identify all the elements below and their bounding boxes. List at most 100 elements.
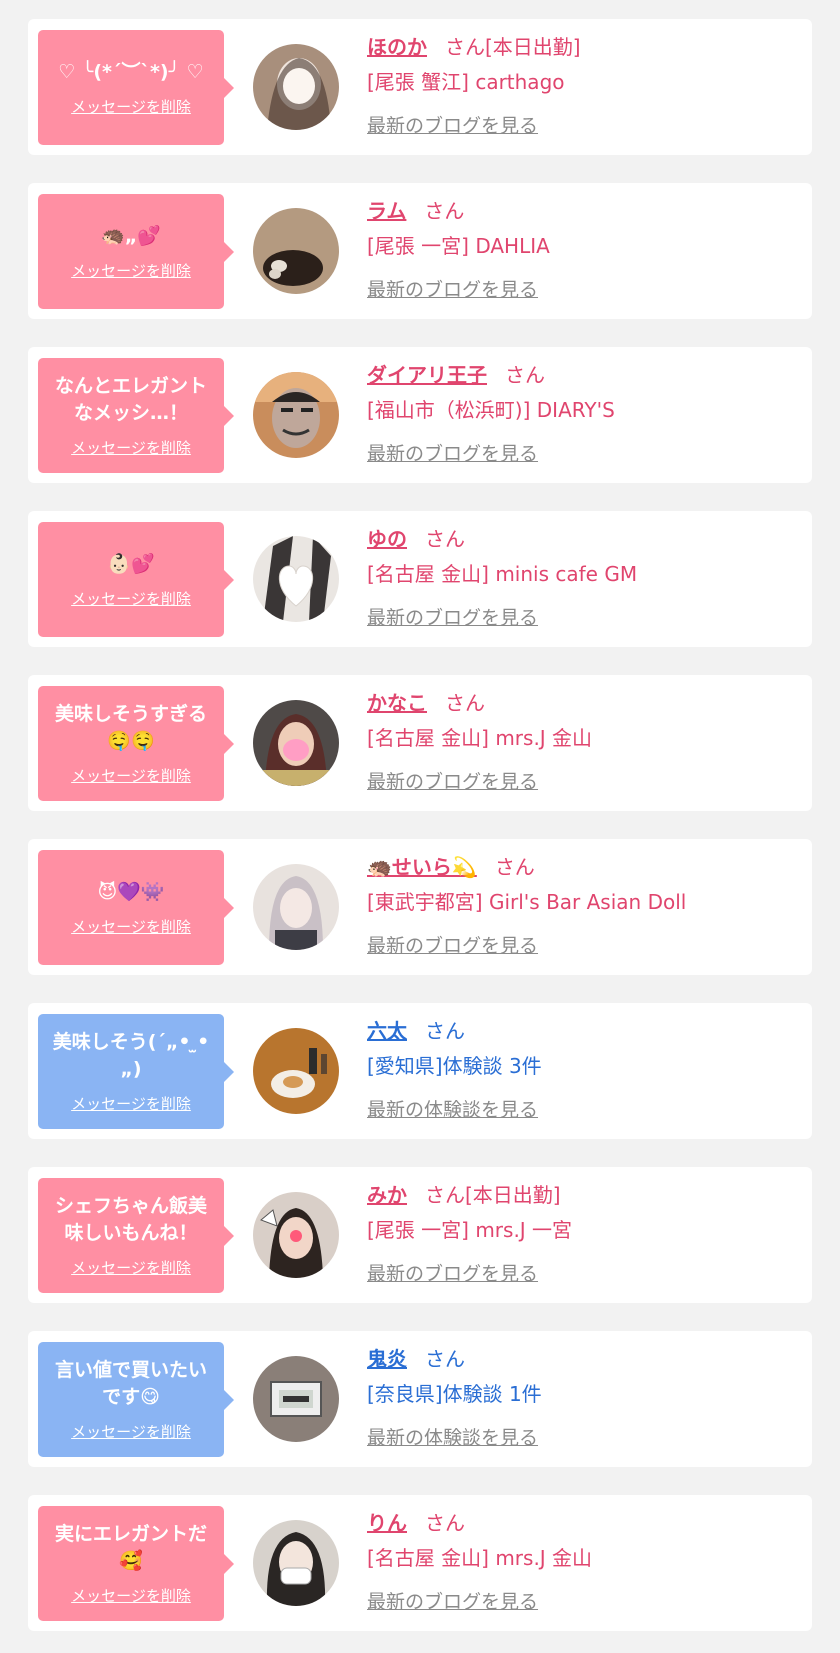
delete-message-link[interactable]: メッセージを削除 xyxy=(71,588,191,609)
sender-name-link[interactable]: ゆの xyxy=(367,527,407,551)
sender-info: 鬼炎 さん [奈良県]体験談 1件 最新の体験談を見る xyxy=(367,1341,802,1450)
delete-message-link[interactable]: メッセージを削除 xyxy=(71,1257,191,1278)
shop-info: [名古屋 金山] mrs.J 金山 xyxy=(367,1546,593,1570)
avatar[interactable] xyxy=(253,1520,339,1606)
message-text: 実にエレガントだ🥰 xyxy=(54,1523,207,1572)
shop-info: [愛知県]体験談 3件 xyxy=(367,1054,542,1078)
message-bubble: 😈💜👾 メッセージを削除 xyxy=(38,850,234,965)
message-card: 👶🏻💕 メッセージを削除 ゆの さん [名古屋 金山] minis cafe GM… xyxy=(28,511,812,647)
delete-message-link[interactable]: メッセージを削除 xyxy=(71,1421,191,1442)
avatar[interactable] xyxy=(253,208,339,294)
sender-info: 🦔せいら💫 さん [東武宇都宮] Girl's Bar Asian Doll 最新… xyxy=(367,849,802,958)
latest-post-link[interactable]: 最新のブログを見る xyxy=(367,111,802,138)
sender-info: みか さん[本日出勤] [尾張 一宮] mrs.J 一宮 最新のブログを見る xyxy=(367,1177,802,1286)
message-bubble: 実にエレガントだ🥰 メッセージを削除 xyxy=(38,1506,234,1621)
honorific: さん xyxy=(425,1019,465,1043)
message-card: シェフちゃん飯美味しいもんね！ メッセージを削除 みか さん[本日出勤] [尾張 … xyxy=(28,1167,812,1303)
message-bubble: シェフちゃん飯美味しいもんね！ メッセージを削除 xyxy=(38,1178,234,1293)
sender-name-link[interactable]: みか xyxy=(367,1183,407,1207)
sender-info: ダイアリ王子 さん [福山市（松浜町)] DIARY'S 最新のブログを見る xyxy=(367,357,802,466)
message-text: 👶🏻💕 xyxy=(107,552,155,575)
sender-name-link[interactable]: 🦔せいら💫 xyxy=(367,855,477,879)
avatar[interactable] xyxy=(253,1192,339,1278)
honorific: さん xyxy=(424,199,465,223)
delete-message-link[interactable]: メッセージを削除 xyxy=(71,96,191,117)
latest-post-link[interactable]: 最新のブログを見る xyxy=(367,1587,802,1614)
message-text: 😈💜👾 xyxy=(97,880,165,903)
sender-name-link[interactable]: 鬼炎 xyxy=(367,1347,407,1371)
latest-post-link[interactable]: 最新の体験談を見る xyxy=(367,1423,802,1450)
message-bubble: 言い値で買いたいです😋 メッセージを削除 xyxy=(38,1342,234,1457)
shop-info: [尾張 蟹江] carthago xyxy=(367,70,565,94)
shop-info: [名古屋 金山] mrs.J 金山 xyxy=(367,726,593,750)
message-card: 言い値で買いたいです😋 メッセージを削除 鬼炎 さん [奈良県]体験談 1件 最新… xyxy=(28,1331,812,1467)
avatar[interactable] xyxy=(253,536,339,622)
message-text: 美味しそう(´„• ̫•„) xyxy=(52,1031,210,1080)
message-bubble: 🦔„💕 メッセージを削除 xyxy=(38,194,234,309)
latest-post-link[interactable]: 最新のブログを見る xyxy=(367,275,802,302)
shop-info: [尾張 一宮] DAHLIA xyxy=(367,234,550,258)
latest-post-link[interactable]: 最新のブログを見る xyxy=(367,603,802,630)
delete-message-link[interactable]: メッセージを削除 xyxy=(71,765,191,786)
sender-name-link[interactable]: 六太 xyxy=(367,1019,407,1043)
latest-post-link[interactable]: 最新のブログを見る xyxy=(367,931,802,958)
shop-info: [福山市（松浜町)] DIARY'S xyxy=(367,398,615,422)
sender-name-link[interactable]: りん xyxy=(367,1511,407,1535)
shop-info: [奈良県]体験談 1件 xyxy=(367,1382,542,1406)
avatar[interactable] xyxy=(253,44,339,130)
latest-post-link[interactable]: 最新のブログを見る xyxy=(367,439,802,466)
honorific: さん xyxy=(425,1347,465,1371)
latest-post-link[interactable]: 最新の体験談を見る xyxy=(367,1095,802,1122)
message-bubble: ♡ ╰(*´︶`*)╯ ♡ メッセージを削除 xyxy=(38,30,234,145)
sender-name-link[interactable]: かなこ xyxy=(367,691,427,715)
sender-name-link[interactable]: ダイアリ王子 xyxy=(367,363,487,387)
message-card: 🦔„💕 メッセージを削除 ラム さん [尾張 一宮] DAHLIA 最新のブログを… xyxy=(28,183,812,319)
message-card: 😈💜👾 メッセージを削除 🦔せいら💫 さん [東武宇都宮] Girl's Bar … xyxy=(28,839,812,975)
message-card: 実にエレガントだ🥰 メッセージを削除 りん さん [名古屋 金山] mrs.J 金… xyxy=(28,1495,812,1631)
sender-info: ゆの さん [名古屋 金山] minis cafe GM 最新のブログを見る xyxy=(367,521,802,630)
honorific: さん xyxy=(445,691,485,715)
delete-message-link[interactable]: メッセージを削除 xyxy=(71,437,191,458)
message-bubble: 美味しそう(´„• ̫•„) メッセージを削除 xyxy=(38,1014,234,1129)
message-card: なんとエレガントなメッシ…！ メッセージを削除 ダイアリ王子 さん [福山市（松浜… xyxy=(28,347,812,483)
delete-message-link[interactable]: メッセージを削除 xyxy=(71,916,191,937)
message-list: ♡ ╰(*´︶`*)╯ ♡ メッセージを削除 ほのか さん[本日出勤] [尾張 蟹… xyxy=(0,0,840,1631)
delete-message-link[interactable]: メッセージを削除 xyxy=(71,1093,191,1114)
sender-name-link[interactable]: ほのか xyxy=(367,35,427,59)
shop-info: [名古屋 金山] minis cafe GM xyxy=(367,562,638,586)
avatar-photo-icon xyxy=(253,1520,339,1606)
sender-info: りん さん [名古屋 金山] mrs.J 金山 最新のブログを見る xyxy=(367,1505,802,1614)
message-card: 美味しそう(´„• ̫•„) メッセージを削除 六太 さん [愛知県]体験談 3件… xyxy=(28,1003,812,1139)
honorific: さん xyxy=(425,527,465,551)
avatar-photo-icon xyxy=(253,44,339,130)
sender-info: ほのか さん[本日出勤] [尾張 蟹江] carthago 最新のブログを見る xyxy=(367,29,802,138)
avatar[interactable] xyxy=(253,1356,339,1442)
shop-info: [東武宇都宮] Girl's Bar Asian Doll xyxy=(367,890,687,914)
honorific: さん xyxy=(445,35,485,59)
work-status-badge: [本日出勤] xyxy=(485,35,581,59)
sender-name-link[interactable]: ラム xyxy=(367,199,406,223)
work-status-badge: [本日出勤] xyxy=(465,1183,561,1207)
delete-message-link[interactable]: メッセージを削除 xyxy=(71,260,191,281)
sender-info: ラム さん [尾張 一宮] DAHLIA 最新のブログを見る xyxy=(367,193,802,302)
message-bubble: 👶🏻💕 メッセージを削除 xyxy=(38,522,234,637)
message-text: 美味しそうすぎる🤤🤤 xyxy=(54,703,207,752)
honorific: さん xyxy=(494,855,535,879)
avatar-photo-icon xyxy=(253,372,339,458)
latest-post-link[interactable]: 最新のブログを見る xyxy=(367,767,802,794)
delete-message-link[interactable]: メッセージを削除 xyxy=(71,1585,191,1606)
avatar[interactable] xyxy=(253,700,339,786)
honorific: さん xyxy=(425,1511,465,1535)
message-bubble: なんとエレガントなメッシ…！ メッセージを削除 xyxy=(38,358,234,473)
sender-info: かなこ さん [名古屋 金山] mrs.J 金山 最新のブログを見る xyxy=(367,685,802,794)
avatar[interactable] xyxy=(253,864,339,950)
latest-post-link[interactable]: 最新のブログを見る xyxy=(367,1259,802,1286)
avatar[interactable] xyxy=(253,1028,339,1114)
message-card: 美味しそうすぎる🤤🤤 メッセージを削除 かなこ さん [名古屋 金山] mrs.J… xyxy=(28,675,812,811)
avatar-photo-icon xyxy=(253,1356,339,1442)
shop-info: [尾張 一宮] mrs.J 一宮 xyxy=(367,1218,573,1242)
avatar-photo-icon xyxy=(253,700,339,786)
avatar[interactable] xyxy=(253,372,339,458)
sender-info: 六太 さん [愛知県]体験談 3件 最新の体験談を見る xyxy=(367,1013,802,1122)
honorific: さん xyxy=(505,363,545,387)
